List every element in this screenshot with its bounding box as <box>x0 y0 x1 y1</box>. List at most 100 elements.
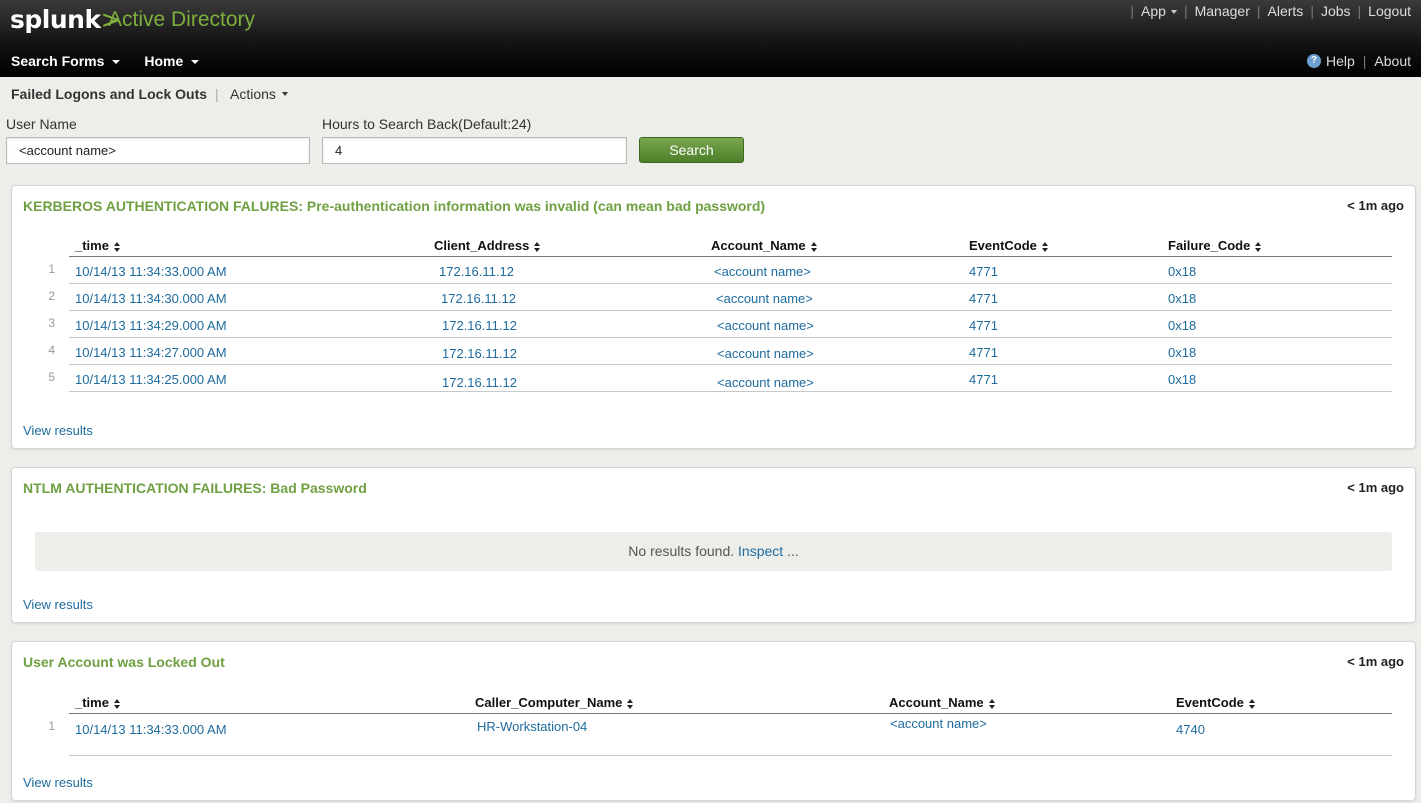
splunk-logo[interactable]: splunk> <box>10 5 122 34</box>
chevron-down-icon <box>112 60 121 64</box>
help-link[interactable]: Help <box>1326 53 1355 69</box>
jobs-link[interactable]: Jobs <box>1321 3 1351 19</box>
column-header[interactable]: Account_Name <box>889 695 995 710</box>
cell-time[interactable]: 10/14/13 11:34:25.000 AM <box>75 372 227 387</box>
cell-time[interactable]: 10/14/13 11:34:30.000 AM <box>75 291 227 306</box>
hours-label: Hours to Search Back(Default:24) <box>322 116 532 132</box>
cell-event-code[interactable]: 4771 <box>969 264 998 279</box>
panel-title: User Account was Locked Out <box>23 654 225 670</box>
chevron-down-icon <box>1170 10 1177 15</box>
panel-age: < 1m ago <box>1347 198 1404 213</box>
hours-input[interactable] <box>322 137 627 164</box>
cell-failure-code[interactable]: 0x18 <box>1168 291 1196 306</box>
column-header[interactable]: Account_Name <box>711 238 817 253</box>
cell-time[interactable]: 10/14/13 11:34:33.000 AM <box>75 722 227 737</box>
sort-icon <box>1248 698 1255 709</box>
sort-icon <box>1255 241 1262 252</box>
cell-account-name[interactable]: <account name> <box>717 318 814 333</box>
cell-event-code[interactable]: 4771 <box>969 291 998 306</box>
cell-caller-computer[interactable]: HR-Workstation-04 <box>477 719 587 734</box>
cell-client-address[interactable]: 172.16.11.12 <box>441 291 516 306</box>
table-row: 1 10/14/13 11:34:33.000 AM 172.16.11.12 … <box>48 257 1392 284</box>
user-name-input[interactable] <box>6 137 310 164</box>
sort-icon <box>534 241 541 252</box>
column-header[interactable]: _time <box>75 238 120 253</box>
cell-time[interactable]: 10/14/13 11:34:33.000 AM <box>75 264 227 279</box>
cell-time[interactable]: 10/14/13 11:34:27.000 AM <box>75 345 227 360</box>
table-row: 4 10/14/13 11:34:27.000 AM 172.16.11.12 … <box>48 338 1392 365</box>
app-menu[interactable]: App <box>1141 3 1177 19</box>
cell-account-name[interactable]: <account name> <box>890 716 987 731</box>
column-header[interactable]: EventCode <box>969 238 1048 253</box>
nav-search-forms[interactable]: Search Forms <box>11 53 121 69</box>
view-results-link[interactable]: View results <box>23 423 93 438</box>
inspect-link[interactable]: Inspect <box>738 543 783 559</box>
table-row: 5 10/14/13 11:34:25.000 AM 172.16.11.12 … <box>48 365 1392 392</box>
panel-title: NTLM AUTHENTICATION FAILURES: Bad Passwo… <box>23 480 367 496</box>
table-header: _time Client_Address Account_Name EventC… <box>69 230 1392 257</box>
alerts-link[interactable]: Alerts <box>1268 3 1304 19</box>
column-header[interactable]: Client_Address <box>434 238 541 253</box>
app-nav: Search Forms Home <box>11 53 223 69</box>
cell-client-address[interactable]: 172.16.11.12 <box>442 346 517 361</box>
help-icon[interactable]: ? <box>1306 54 1321 68</box>
cell-failure-code[interactable]: 0x18 <box>1168 318 1196 333</box>
cell-event-code[interactable]: 4771 <box>969 372 998 387</box>
manager-link[interactable]: Manager <box>1195 3 1250 19</box>
cell-failure-code[interactable]: 0x18 <box>1168 264 1196 279</box>
nav-home[interactable]: Home <box>144 53 200 69</box>
cell-time[interactable]: 10/14/13 11:34:29.000 AM <box>75 318 227 333</box>
results-table: _time Client_Address Account_Name EventC… <box>48 230 1392 392</box>
panel-age: < 1m ago <box>1347 654 1404 669</box>
cell-client-address[interactable]: 172.16.11.12 <box>442 375 517 390</box>
sort-icon <box>810 241 817 252</box>
cell-event-code[interactable]: 4771 <box>969 318 998 333</box>
view-results-link[interactable]: View results <box>23 597 93 612</box>
sort-icon <box>1041 241 1048 252</box>
results-table: _time Caller_Computer_Name Account_Name … <box>48 687 1392 756</box>
cell-account-name[interactable]: <account name> <box>716 291 813 306</box>
panel-title: KERBEROS AUTHENTICATION FALURES: Pre-aut… <box>23 198 766 214</box>
table-row: 3 10/14/13 11:34:29.000 AM 172.16.11.12 … <box>48 311 1392 338</box>
user-name-label: User Name <box>6 116 77 132</box>
logout-link[interactable]: Logout <box>1368 3 1411 19</box>
column-header[interactable]: Failure_Code <box>1168 238 1262 253</box>
table-row: 1 10/14/13 11:34:33.000 AM HR-Workstatio… <box>48 714 1392 756</box>
column-header[interactable]: _time <box>75 695 120 710</box>
help-nav: ? Help | About <box>1306 53 1411 69</box>
view-results-link[interactable]: View results <box>23 775 93 790</box>
panel-age: < 1m ago <box>1347 480 1404 495</box>
row-number: 2 <box>48 289 55 303</box>
search-button[interactable]: Search <box>639 137 744 163</box>
top-header: splunk> Active Directory | App | Manager… <box>0 0 1421 77</box>
lockout-panel: User Account was Locked Out < 1m ago _ti… <box>11 641 1416 801</box>
row-number: 1 <box>48 262 55 276</box>
sort-icon <box>988 698 995 709</box>
cell-account-name[interactable]: <account name> <box>717 346 814 361</box>
ntlm-panel: NTLM AUTHENTICATION FAILURES: Bad Passwo… <box>11 467 1416 623</box>
cell-event-code[interactable]: 4771 <box>969 345 998 360</box>
table-header: _time Caller_Computer_Name Account_Name … <box>69 687 1392 714</box>
chevron-down-icon <box>191 60 200 64</box>
no-results-message: No results found. Inspect ... <box>35 532 1392 571</box>
cell-client-address[interactable]: 172.16.11.12 <box>442 318 517 333</box>
sort-icon <box>113 698 120 709</box>
actions-menu[interactable]: Actions <box>230 86 288 102</box>
row-number: 4 <box>48 343 55 357</box>
cell-account-name[interactable]: <account name> <box>714 264 811 279</box>
sort-icon <box>113 241 120 252</box>
cell-failure-code[interactable]: 0x18 <box>1168 372 1196 387</box>
title-separator: | <box>215 86 219 102</box>
cell-event-code[interactable]: 4740 <box>1176 722 1205 737</box>
cell-client-address[interactable]: 172.16.11.12 <box>439 264 514 279</box>
app-name: Active Directory <box>108 8 256 31</box>
table-row: 2 10/14/13 11:34:30.000 AM 172.16.11.12 … <box>48 284 1392 311</box>
sort-icon <box>627 698 634 709</box>
row-number: 5 <box>48 370 55 384</box>
row-number: 3 <box>48 316 55 330</box>
column-header[interactable]: EventCode <box>1176 695 1255 710</box>
cell-account-name[interactable]: <account name> <box>717 375 814 390</box>
column-header[interactable]: Caller_Computer_Name <box>475 695 634 710</box>
about-link[interactable]: About <box>1374 53 1411 69</box>
cell-failure-code[interactable]: 0x18 <box>1168 345 1196 360</box>
